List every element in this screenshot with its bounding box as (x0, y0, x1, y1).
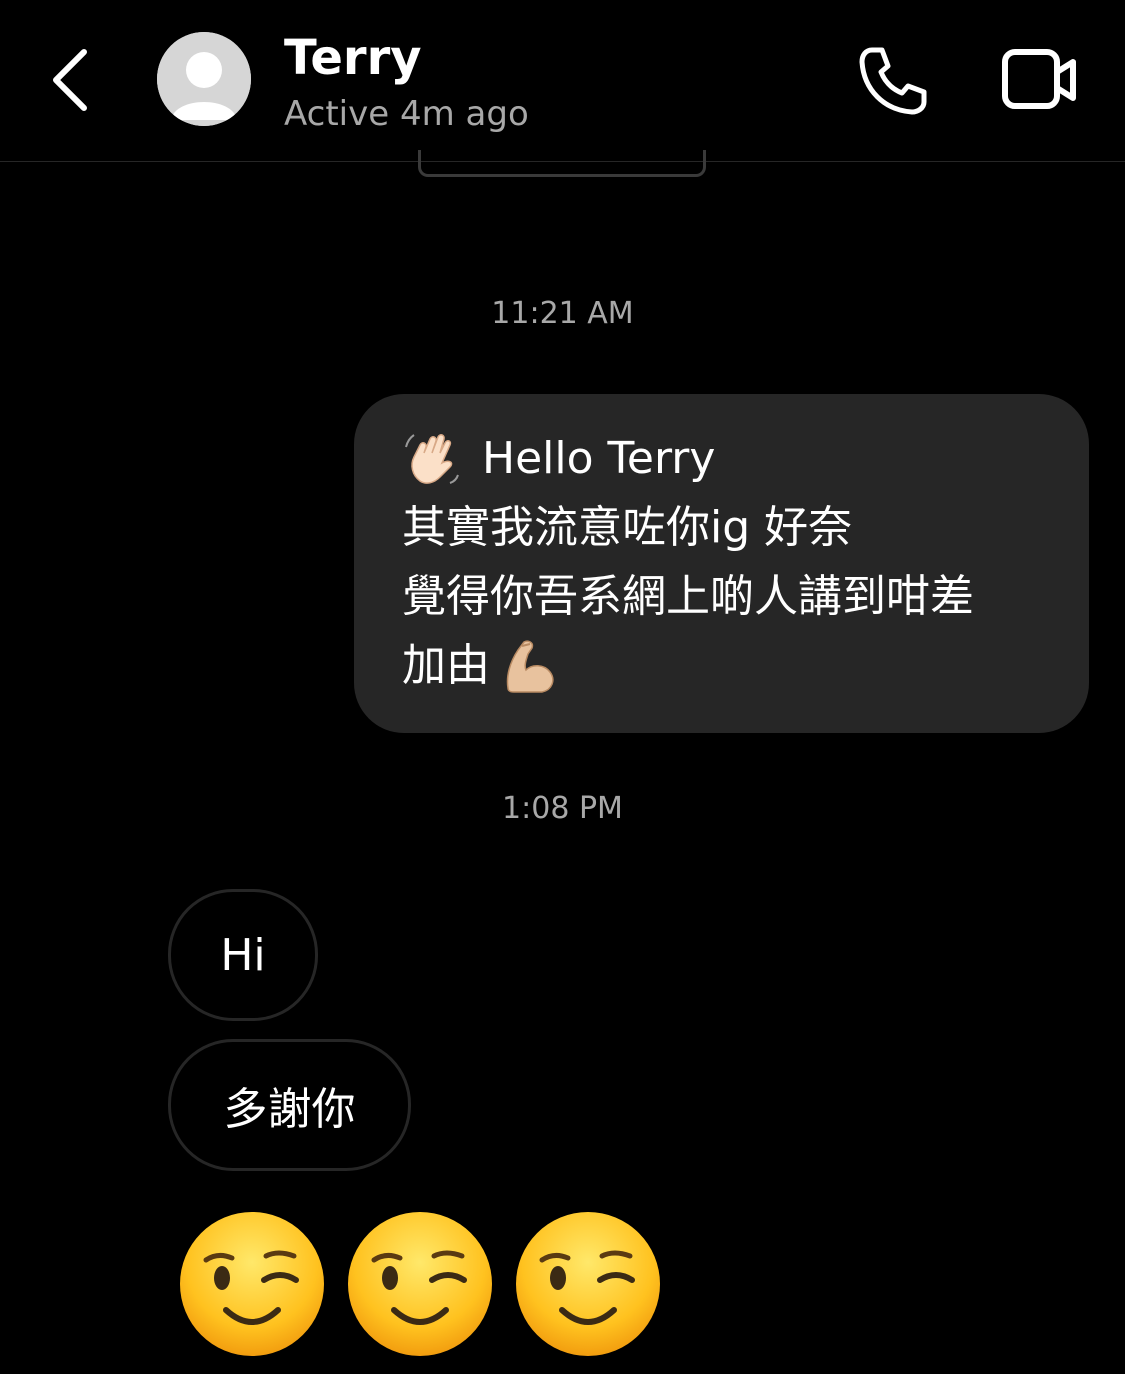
audio-call-button[interactable] (852, 40, 932, 120)
received-message-bubble[interactable]: Hi (168, 889, 318, 1021)
flexed-biceps-emoji-icon (506, 640, 554, 693)
back-button[interactable] (40, 40, 110, 120)
message-line: 覺得你吾系網上啲人講到咁差 (402, 562, 1049, 631)
winking-face-emoji-icon[interactable] (178, 1210, 326, 1358)
message-text: 加由 (402, 640, 490, 691)
video-camera-icon (1002, 49, 1076, 109)
winking-face-emoji-icon[interactable] (346, 1210, 494, 1358)
message-text: Hi (220, 929, 266, 981)
message-line: 其實我流意咗你ig 好奈 (402, 493, 1049, 562)
message-text: 覺得你吾系網上啲人講到咁差 (402, 571, 974, 622)
video-call-button[interactable] (995, 42, 1085, 118)
chat-header: Terry Active 4m ago (0, 0, 1125, 162)
waving-hand-emoji-icon (405, 433, 459, 484)
winking-face-emoji-icon[interactable] (514, 1210, 662, 1358)
previous-shared-card[interactable] (418, 150, 706, 177)
chevron-left-icon (53, 49, 87, 111)
timestamp: 11:21 AM (491, 296, 634, 331)
message-text: Hello Terry (482, 433, 716, 484)
timestamp: 1:08 PM (502, 791, 623, 826)
sent-message-bubble[interactable]: Hello Terry 其實我流意咗你ig 好奈 覺得你吾系網上啲人講到咁差 加… (354, 394, 1089, 733)
contact-name[interactable]: Terry (284, 30, 422, 86)
message-line: Hello Terry (402, 424, 1049, 493)
avatar-placeholder-icon (157, 32, 251, 126)
message-text: 其實我流意咗你ig 好奈 (402, 502, 853, 553)
phone-icon (859, 47, 927, 115)
avatar[interactable] (157, 32, 251, 126)
message-line: 加由 (402, 631, 1049, 700)
message-text: 多謝你 (223, 1084, 356, 1135)
received-message-bubble[interactable]: 多謝你 (168, 1039, 411, 1171)
active-status: Active 4m ago (284, 94, 529, 134)
